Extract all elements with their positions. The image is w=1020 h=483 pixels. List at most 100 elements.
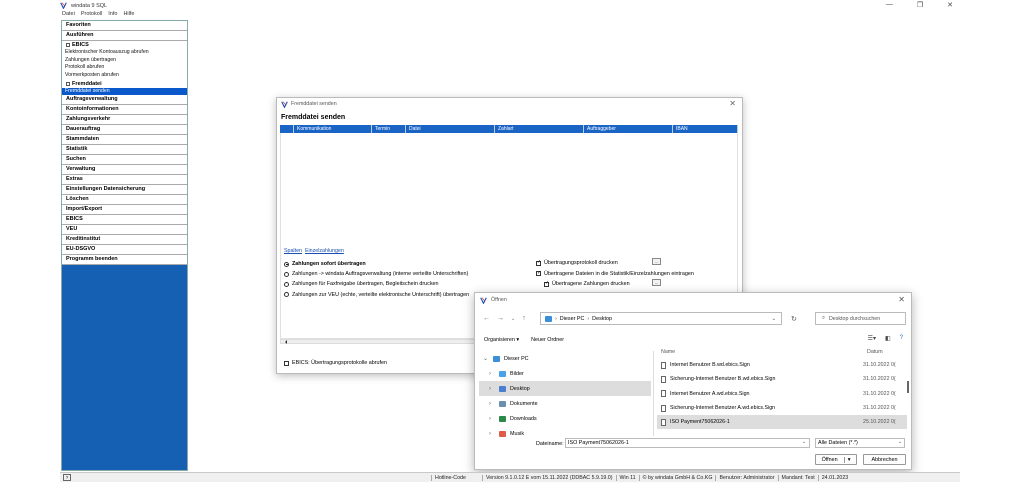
grid-col-auftraggeber[interactable]: Auftraggeber [584, 125, 673, 133]
vertical-scrollbar[interactable] [906, 359, 909, 419]
forward-arrow-icon[interactable]: → [497, 315, 504, 322]
nav-section[interactable]: Suchen [62, 155, 187, 166]
nav-section[interactable]: Zahlungsverkehr [62, 115, 187, 126]
chevron-icon[interactable]: › [489, 386, 495, 392]
check-protokoll-drucken[interactable]: Übertragungsprotokoll drucken [536, 258, 694, 269]
link-einzelzahlungen[interactable]: Einzelzahlungen [305, 248, 344, 254]
radio-veu[interactable]: Zahlungen zur VEU (echte, verteilte elek… [284, 290, 469, 300]
radio-button[interactable] [284, 271, 289, 277]
nav-fremddatei-header[interactable]: Fremddatei [62, 79, 187, 88]
path-segment-desktop[interactable]: Desktop [592, 316, 612, 322]
chevron-down-icon[interactable]: ⌄ [771, 316, 776, 322]
nav-favoriten[interactable]: Favoriten [62, 21, 187, 31]
grid-col-termin[interactable]: Termin [372, 125, 406, 133]
nav-section[interactable]: Stammdaten [62, 135, 187, 146]
nav-item-vormerkposten[interactable]: Vormerkposten abrufen [62, 72, 187, 80]
nav-item-protokoll-abrufen[interactable]: Protokoll abrufen [62, 64, 187, 73]
nav-section[interactable]: EU-DSGVO [62, 245, 187, 256]
file-row[interactable]: Sicherung-Internet Benutzer B.wd.ebics.S… [657, 372, 907, 386]
refresh-icon[interactable]: ↻ [791, 315, 797, 323]
tree-item[interactable]: › Desktop [479, 381, 651, 396]
nav-section[interactable]: Programm beenden [62, 255, 187, 266]
chevron-icon[interactable]: › [489, 431, 495, 437]
preview-pane-icon[interactable]: ◧ [885, 335, 891, 342]
open-button[interactable]: Öffnen ▾ [815, 454, 857, 465]
check-zahlungen-drucken[interactable]: Übertragene Zahlungen drucken [536, 279, 694, 290]
chevron-icon[interactable]: ⌄ [483, 355, 489, 362]
collapse-icon[interactable] [66, 81, 70, 86]
open-dropdown-icon[interactable]: ▾ [843, 456, 850, 463]
radio-sofort[interactable]: Zahlungen sofort übertragen [284, 259, 469, 269]
view-options-icon[interactable]: ☰▾ [868, 335, 876, 342]
collapse-icon[interactable] [66, 43, 70, 47]
back-arrow-icon[interactable]: ← [483, 315, 490, 322]
nav-section[interactable]: Import/Export [62, 205, 187, 216]
radio-button[interactable] [284, 281, 289, 287]
close-icon[interactable]: ✕ [729, 99, 736, 108]
nav-section[interactable]: Einstellungen Datensicherung [62, 185, 187, 196]
nav-section[interactable]: Auftragsverwaltung [62, 95, 187, 106]
tree-item[interactable]: › Bilder [479, 366, 651, 381]
tree-item[interactable]: › Downloads [479, 411, 651, 426]
nav-section[interactable]: VEU [62, 225, 187, 236]
nav-item-fremddatei-senden[interactable]: Fremddatei senden [62, 87, 187, 96]
grid-col-kommunikation[interactable]: Kommunikation [294, 125, 372, 133]
up-arrow-icon[interactable]: ↑ [522, 315, 526, 322]
path-segment-pc[interactable]: Dieser PC [560, 316, 585, 322]
nav-section[interactable]: Löschen [62, 195, 187, 206]
zahlungen-options-button[interactable]: ... [652, 279, 661, 286]
filename-input[interactable]: ISO Payment75062026-1 [565, 438, 810, 448]
chevron-icon[interactable]: › [489, 371, 495, 377]
checkbox[interactable] [536, 259, 541, 266]
file-row[interactable]: Internet Benutzer A.wd.ebics.Sign 31.10.2… [657, 387, 907, 401]
menu-protokoll[interactable]: Protokoll [81, 11, 102, 17]
chevron-down-icon[interactable]: ⌄ [898, 439, 902, 445]
radio-faxfreigabe[interactable]: Zahlungen für Faxfreigabe übertragen, Be… [284, 279, 469, 289]
checkbox[interactable] [284, 360, 289, 366]
radio-button[interactable] [284, 292, 289, 298]
help-icon[interactable]: ? [900, 335, 903, 342]
maximize-icon[interactable]: ❐ [917, 1, 923, 9]
checkbox[interactable] [536, 270, 541, 277]
chevron-icon[interactable]: › [489, 416, 495, 422]
chevron-down-icon[interactable]: ⌄ [802, 439, 806, 445]
file-row[interactable]: ISO Payment75062026-1 25.10.2022 0( [657, 415, 907, 430]
filetype-select[interactable]: Alle Dateien (*.*) [815, 438, 905, 448]
menu-datei[interactable]: Datei [62, 11, 75, 17]
new-folder-button[interactable]: Neuer Ordner [531, 337, 564, 343]
nav-item-zahlungen-uebertragen[interactable]: Zahlungen übertragen [62, 56, 187, 65]
organize-button[interactable]: Organisieren ▾ [484, 337, 519, 343]
check-ebics-protokolle[interactable]: EBICS: Übertragungsprotokolle abrufen [284, 360, 387, 366]
nav-section[interactable]: Dauerauftrag [62, 125, 187, 136]
path-field[interactable]: › Dieser PC › Desktop ⌄ [540, 312, 782, 325]
nav-section[interactable]: Kontoinformationen [62, 105, 187, 116]
radio-auftragsverwaltung[interactable]: Zahlungen -> windata Auftragsverwaltung … [284, 269, 469, 279]
nav-ebics-header[interactable]: EBICS [62, 41, 187, 49]
nav-section[interactable]: Kreditinstitut [62, 235, 187, 246]
cancel-button[interactable]: Abbrechen [863, 454, 906, 465]
file-row[interactable]: Internet Benutzer B.wd.ebics.Sign 31.10.2… [657, 358, 907, 372]
pane-divider[interactable] [653, 351, 654, 436]
close-icon[interactable]: ✕ [947, 1, 953, 9]
col-date[interactable]: Datum [863, 349, 883, 358]
grid-col-datei[interactable]: Datei [406, 125, 495, 133]
grid-col-select[interactable] [280, 125, 294, 133]
grid-col-iban[interactable]: IBAN [673, 125, 738, 133]
close-icon[interactable]: ✕ [898, 295, 905, 304]
tree-item[interactable]: › Musik [479, 426, 651, 438]
link-spalten[interactable]: Spalten [284, 248, 302, 254]
chevron-icon[interactable]: › [489, 401, 495, 407]
checkbox[interactable] [544, 280, 549, 287]
grid-col-zahlart[interactable]: Zahlart [495, 125, 584, 133]
col-name[interactable]: Name [657, 349, 863, 358]
tree-item[interactable]: › Dokumente [479, 396, 651, 411]
recent-chevron-icon[interactable]: ⌄ [511, 316, 515, 322]
minimize-icon[interactable]: — [886, 1, 893, 9]
search-input[interactable]: ⌕ Desktop durchsuchen [815, 312, 906, 325]
nav-section[interactable]: Extras [62, 175, 187, 186]
menu-hilfe[interactable]: Hilfe [123, 11, 134, 17]
nav-section[interactable]: Statistik [62, 145, 187, 156]
nav-ausfuehren[interactable]: Ausführen [62, 31, 187, 41]
nav-section[interactable]: EBICS [62, 215, 187, 226]
check-statistik[interactable]: Übertragene Dateien in die Statistik/Ein… [536, 269, 694, 280]
